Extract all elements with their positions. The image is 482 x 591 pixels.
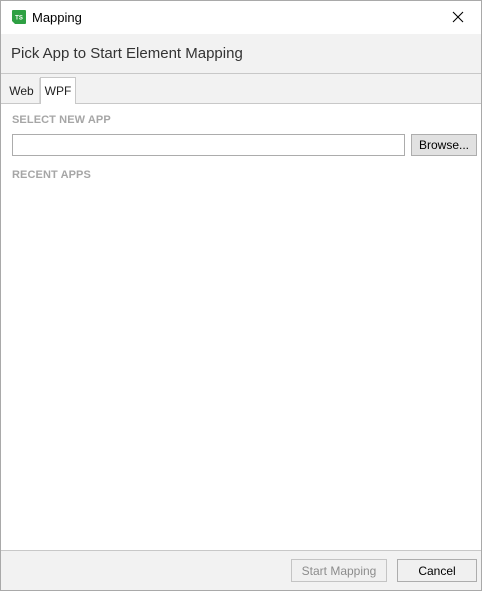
close-icon <box>452 11 464 23</box>
mapping-dialog: TS Mapping Pick App to Start Element Map… <box>0 0 482 591</box>
select-new-app-label: SELECT NEW APP <box>12 114 111 126</box>
dialog-header: Pick App to Start Element Mapping <box>1 34 481 74</box>
title-bar: TS Mapping <box>1 1 481 34</box>
tab-wpf[interactable]: WPF <box>40 77 76 104</box>
window-title: Mapping <box>32 10 82 25</box>
recent-apps-label: RECENT APPS <box>12 169 91 181</box>
close-button[interactable] <box>435 1 481 33</box>
browse-button[interactable]: Browse... <box>411 134 477 156</box>
app-logo-icon: TS <box>11 9 27 25</box>
cancel-button[interactable]: Cancel <box>397 559 477 582</box>
recent-apps-list <box>12 187 470 544</box>
tab-web[interactable]: Web <box>4 78 40 103</box>
app-path-input[interactable] <box>12 134 405 156</box>
dialog-footer: Start Mapping Cancel <box>1 550 481 590</box>
app-logo-letters: TS <box>15 16 23 22</box>
app-type-tabs: Web WPF <box>1 74 481 104</box>
start-mapping-button[interactable]: Start Mapping <box>291 559 387 582</box>
dialog-heading: Pick App to Start Element Mapping <box>11 45 243 62</box>
